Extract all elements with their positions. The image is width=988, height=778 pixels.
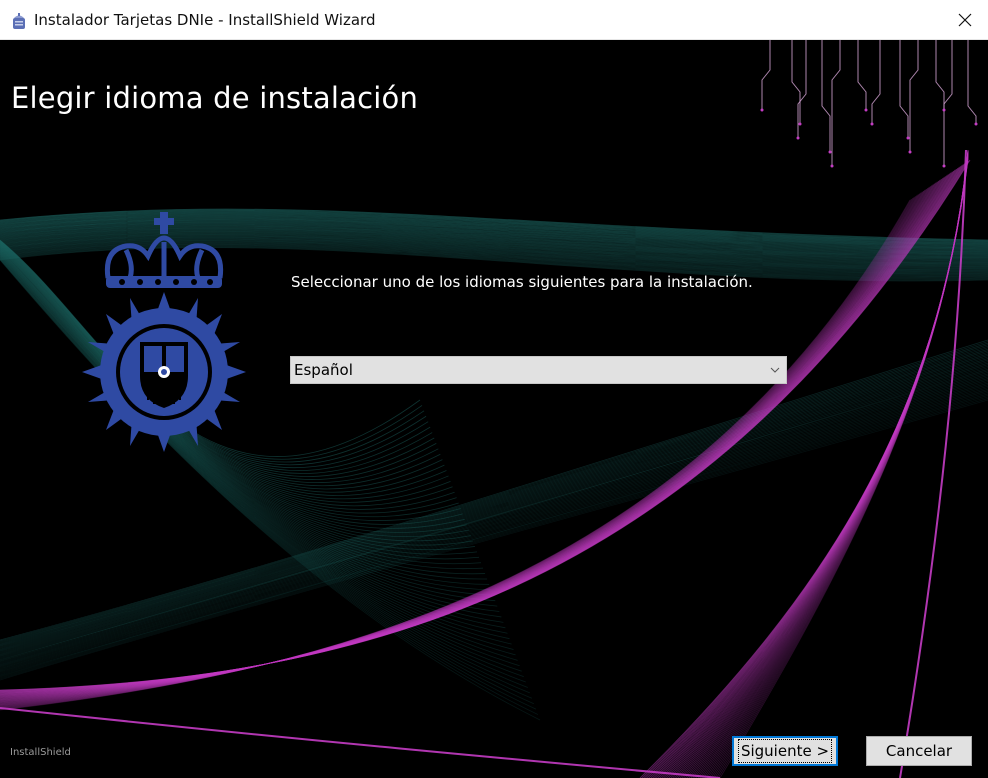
circuit-node — [830, 164, 834, 168]
circuit-node — [942, 108, 946, 112]
installer-window: Instalador Tarjetas DNIe - InstallShield… — [0, 0, 988, 778]
circuit-node — [870, 122, 874, 126]
close-icon — [958, 13, 972, 27]
wave-line — [821, 40, 831, 152]
circuit-node — [760, 108, 764, 112]
close-button[interactable] — [942, 0, 988, 40]
instruction-text: Seleccionar uno de los idiomas siguiente… — [291, 273, 753, 291]
circuit-node — [908, 150, 912, 154]
cancel-button[interactable]: Cancelar — [866, 736, 972, 766]
wave-line — [967, 40, 977, 124]
circuit-node — [974, 122, 978, 126]
wave-line — [871, 40, 881, 124]
wave-line — [761, 40, 771, 110]
circuit-node — [828, 150, 832, 154]
wave-line — [943, 40, 953, 110]
wave-line — [0, 254, 508, 634]
language-select-value: Español — [294, 361, 353, 379]
title-bar: Instalador Tarjetas DNIe - InstallShield… — [0, 0, 988, 40]
police-emblem-icon — [13, 13, 25, 29]
wave-line — [831, 40, 841, 166]
circuit-node — [796, 136, 800, 140]
chevron-down-icon — [770, 367, 780, 373]
language-select[interactable]: Español — [290, 356, 787, 384]
installshield-brand: InstallShield — [10, 747, 71, 758]
next-button[interactable]: Siguiente > — [732, 736, 838, 766]
wave-line — [0, 707, 721, 778]
page-title: Elegir idioma de instalación — [11, 81, 419, 115]
circuit-node — [906, 136, 910, 140]
wave-line — [909, 40, 919, 152]
wizard-content: Elegir idioma de instalación Seleccionar… — [0, 40, 988, 778]
window-title: Instalador Tarjetas DNIe - InstallShield… — [34, 11, 376, 29]
circuit-node — [864, 108, 868, 112]
wave-line — [935, 40, 945, 166]
next-button-label: Siguiente > — [737, 739, 833, 763]
circuit-node — [942, 164, 946, 168]
wave-line — [857, 40, 867, 110]
policia-nacional-emblem — [82, 212, 246, 452]
circuit-node — [798, 122, 802, 126]
wave-line — [899, 40, 909, 138]
wave-line — [791, 40, 801, 124]
